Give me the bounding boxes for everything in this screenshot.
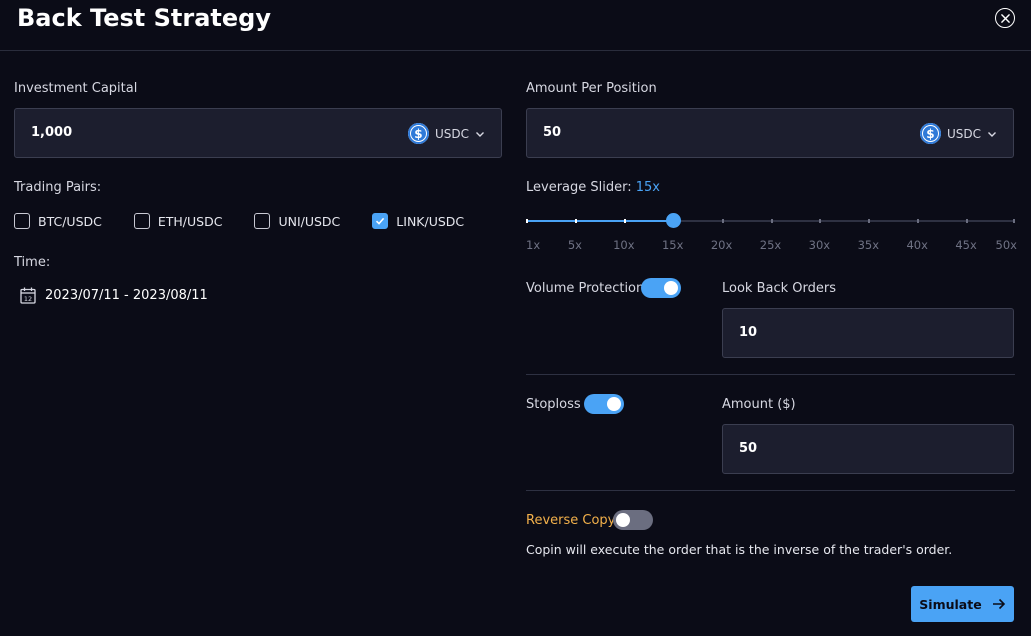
pair-uni-usdc[interactable]: UNI/USDC [254, 213, 340, 229]
section-divider [526, 374, 1015, 375]
slider-tick [770, 219, 773, 223]
amount-currency-label: USDC [946, 126, 981, 141]
checkbox[interactable] [133, 213, 150, 229]
slider-tick-label: 30x [808, 238, 831, 252]
investment-capital-value: 1,000 [31, 125, 73, 140]
checkmark-icon [376, 217, 385, 225]
slider-tick-label: 35x [857, 238, 880, 252]
reverse-copy-label: Reverse Copy [526, 513, 616, 528]
look-back-orders-label: Look Back Orders [722, 281, 836, 296]
pair-btc-usdc[interactable]: BTC/USDC [14, 213, 102, 229]
usdc-icon: $ [919, 123, 941, 144]
look-back-orders-value: 10 [739, 325, 758, 340]
investment-currency-select[interactable]: $ USDC [407, 123, 485, 144]
toggle-knob [664, 281, 678, 295]
amount-per-position-value: 50 [543, 125, 562, 140]
slider-tick-label: 25x [759, 238, 782, 252]
slider-tick-label: 5x [567, 238, 582, 252]
chevron-down-icon [476, 131, 484, 137]
simulate-button[interactable]: Simulate [911, 586, 1014, 622]
checkbox-checked[interactable] [372, 213, 389, 229]
volume-protection-label: Volume Protection [526, 281, 645, 296]
slider-tick-label: 40x [906, 238, 928, 252]
investment-currency-label: USDC [434, 126, 469, 141]
date-range-text: 2023/07/11 - 2023/08/11 [45, 288, 208, 303]
slider-thumb[interactable] [665, 213, 681, 228]
stoploss-toggle[interactable] [584, 394, 624, 414]
slider-tick [917, 219, 920, 223]
modal-header: Back Test Strategy [0, 0, 1031, 51]
look-back-orders-input[interactable]: 10 [722, 308, 1014, 358]
reverse-copy-description: Copin will execute the order that is the… [526, 542, 953, 557]
trading-pairs-label: Trading Pairs: [14, 180, 102, 195]
toggle-knob [607, 397, 621, 411]
slider-tick [966, 219, 969, 223]
stoploss-amount-input[interactable]: 50 [722, 424, 1014, 474]
leverage-tick-labels: 1x 5x 10x 15x 20x 25x 30x 35x 40x 45x 50x [526, 238, 1017, 252]
amount-per-position-input[interactable]: 50 $ USDC [526, 108, 1014, 158]
stoploss-amount-value: 50 [739, 441, 758, 456]
pair-label: ETH/USDC [157, 213, 223, 229]
leverage-label: Leverage Slider: 15x [526, 180, 660, 195]
pair-label: UNI/USDC [278, 213, 341, 229]
time-label: Time: [14, 255, 51, 270]
slider-tick [721, 219, 724, 223]
chevron-down-icon [988, 131, 996, 137]
toggle-knob [616, 513, 630, 527]
checkbox[interactable] [14, 213, 30, 229]
slider-tick [526, 219, 528, 223]
checkbox[interactable] [254, 213, 271, 229]
slider-tick-label: 10x [613, 238, 635, 252]
slider-tick [1013, 219, 1015, 223]
reverse-copy-toggle[interactable] [613, 510, 653, 530]
slider-tick-label: 1x [526, 238, 541, 252]
amount-currency-select[interactable]: $ USDC [919, 123, 997, 144]
slider-tick [868, 219, 871, 223]
usdc-icon: $ [407, 123, 429, 144]
slider-fill [526, 220, 673, 222]
leverage-slider[interactable] [526, 212, 1015, 230]
date-range-picker[interactable]: 12 2023/07/11 - 2023/08/11 [20, 287, 208, 304]
pair-label: LINK/USDC [396, 213, 465, 229]
slider-tick [819, 219, 822, 223]
section-divider [526, 490, 1015, 491]
amount-per-position-label: Amount Per Position [526, 81, 657, 96]
slider-tick-label: 20x [710, 238, 733, 252]
slider-tick [623, 219, 626, 223]
slider-tick-label: 15x [661, 238, 684, 252]
investment-capital-label: Investment Capital [14, 81, 138, 96]
slider-tick-label: 45x [955, 238, 977, 252]
pair-link-usdc[interactable]: LINK/USDC [372, 213, 464, 229]
stoploss-label: Stoploss [526, 397, 581, 412]
page-title: Back Test Strategy [17, 4, 271, 32]
calendar-icon: 12 [20, 287, 36, 304]
leverage-value: 15x [635, 180, 661, 195]
investment-capital-input[interactable]: 1,000 $ USDC [14, 108, 502, 158]
calendar-day-number: 12 [24, 295, 32, 303]
stoploss-amount-label: Amount ($) [722, 397, 796, 412]
simulate-button-label: Simulate [919, 596, 982, 612]
leverage-label-text: Leverage Slider: [526, 180, 632, 195]
slider-tick [574, 219, 577, 223]
close-icon[interactable] [995, 8, 1015, 28]
pair-label: BTC/USDC [38, 213, 102, 229]
slider-tick-label: 50x [995, 238, 1017, 252]
trading-pairs-group: BTC/USDC ETH/USDC UNI/USDC LINK/USDC [14, 213, 496, 229]
arrow-right-icon [992, 598, 1005, 610]
pair-eth-usdc[interactable]: ETH/USDC [133, 213, 223, 229]
volume-protection-toggle[interactable] [641, 278, 681, 298]
